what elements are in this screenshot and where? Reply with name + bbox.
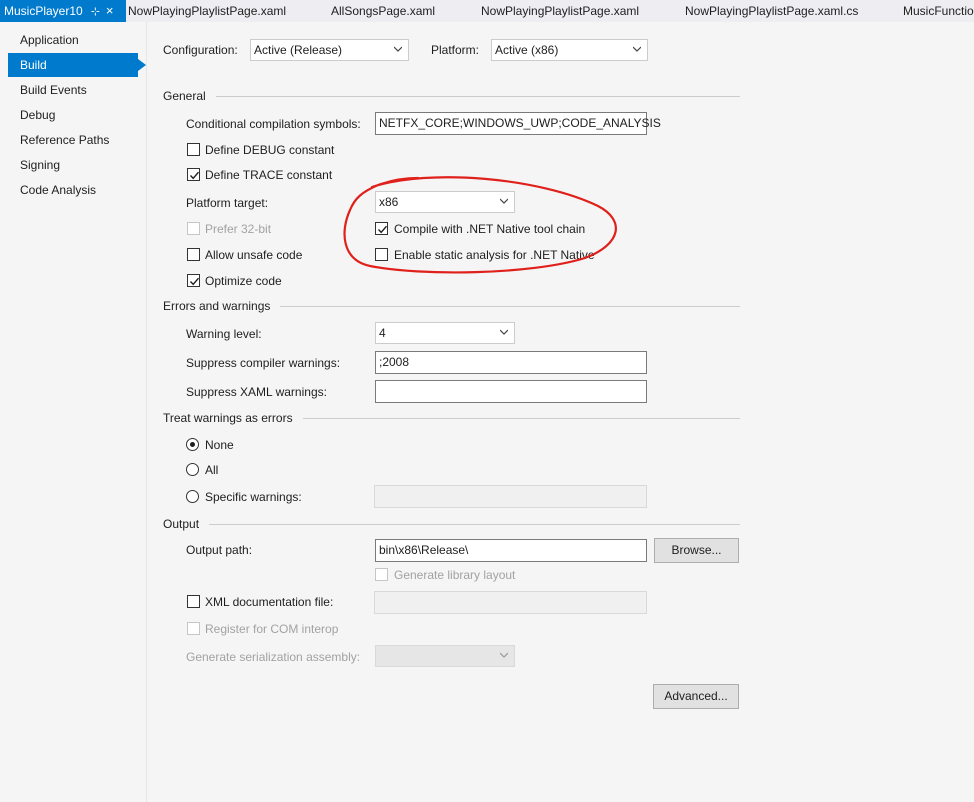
generate-library-layout-checkbox[interactable] [375, 568, 388, 581]
advanced-button[interactable]: Advanced... [653, 684, 739, 709]
optimize-code-checkbox[interactable] [187, 274, 200, 287]
platform-target-label: Platform target: [186, 196, 269, 210]
warning-level-label: Warning level: [186, 327, 262, 341]
checkmark-icon [189, 171, 200, 180]
specific-warnings-input[interactable] [374, 485, 647, 508]
nav-item-label: Build [20, 58, 47, 72]
tab-allsongspage-xaml[interactable]: AllSongsPage.xaml [331, 0, 435, 22]
section-general: General [163, 88, 740, 104]
nav-item-reference-paths[interactable]: Reference Paths [8, 128, 138, 152]
treat-specific-label: Specific warnings: [205, 490, 302, 504]
radio-selected-dot [190, 442, 195, 447]
selected-arrow-icon [138, 59, 146, 71]
tab-musicfunctio[interactable]: MusicFunctio [903, 0, 974, 22]
section-errors-warnings: Errors and warnings [163, 298, 740, 314]
output-path-label: Output path: [186, 543, 253, 557]
suppress-compiler-warnings-label: Suppress compiler warnings: [186, 356, 341, 370]
section-divider [163, 96, 740, 97]
define-debug-checkbox[interactable] [187, 143, 200, 156]
project-properties-nav: Application Build Build Events Debug Ref… [0, 22, 147, 802]
nav-item-application[interactable]: Application [8, 28, 138, 52]
platform-value: Active (x86) [495, 43, 559, 57]
warning-level-dropdown[interactable]: 4 [375, 322, 515, 344]
configuration-dropdown[interactable]: Active (Release) [250, 39, 409, 61]
tab-label: NowPlayingPlaylistPage.xaml [481, 4, 640, 18]
tab-musicplayer10[interactable]: MusicPlayer10 ⊹ × [0, 0, 126, 22]
platform-target-dropdown[interactable]: x86 [375, 191, 515, 213]
configuration-value: Active (Release) [254, 43, 343, 57]
compile-net-native-checkbox[interactable] [375, 222, 388, 235]
section-title: General [163, 88, 216, 104]
xml-documentation-input[interactable] [374, 591, 647, 614]
treat-none-radio[interactable] [186, 438, 199, 451]
browse-button[interactable]: Browse... [654, 538, 739, 563]
close-icon[interactable]: × [106, 0, 114, 22]
tab-nowplayingplaylistpage-xaml[interactable]: NowPlayingPlaylistPage.xaml [128, 0, 286, 22]
allow-unsafe-label: Allow unsafe code [205, 248, 303, 262]
configuration-label: Configuration: [163, 43, 238, 57]
section-title: Errors and warnings [163, 298, 281, 314]
section-output: Output [163, 516, 740, 532]
chevron-down-icon [500, 198, 508, 204]
allow-unsafe-checkbox[interactable] [187, 248, 200, 261]
treat-specific-radio[interactable] [186, 490, 199, 503]
chevron-down-icon [633, 46, 641, 52]
section-treat-warnings: Treat warnings as errors [163, 410, 740, 426]
nav-item-build[interactable]: Build [8, 53, 146, 77]
section-divider [163, 524, 740, 525]
tab-label: NowPlayingPlaylistPage.xaml.cs [685, 4, 859, 18]
register-com-checkbox[interactable] [187, 622, 200, 635]
nav-item-code-analysis[interactable]: Code Analysis [8, 178, 138, 202]
nav-item-build-events[interactable]: Build Events [8, 78, 138, 102]
tab-label: NowPlayingPlaylistPage.xaml [128, 4, 287, 18]
platform-dropdown[interactable]: Active (x86) [491, 39, 648, 61]
nav-item-debug[interactable]: Debug [8, 103, 138, 127]
static-analysis-checkbox[interactable] [375, 248, 388, 261]
conditional-symbols-label: Conditional compilation symbols: [186, 117, 361, 131]
treat-none-label: None [205, 438, 234, 452]
suppress-xaml-warnings-label: Suppress XAML warnings: [186, 385, 327, 399]
section-title: Output [163, 516, 210, 532]
compile-net-native-label: Compile with .NET Native tool chain [394, 222, 586, 236]
tab-label: AllSongsPage.xaml [331, 4, 436, 18]
static-analysis-label: Enable static analysis for .NET Native [394, 248, 595, 262]
pin-icon[interactable]: ⊹ [91, 1, 100, 23]
treat-all-label: All [205, 463, 219, 477]
prefer-32bit-checkbox[interactable] [187, 222, 200, 235]
xml-documentation-label: XML documentation file: [205, 595, 334, 609]
chevron-down-icon [394, 46, 402, 52]
warning-level-value: 4 [379, 326, 386, 340]
output-path-input[interactable]: bin\x86\Release\ [375, 539, 647, 562]
platform-target-value: x86 [379, 195, 399, 209]
prefer-32bit-label: Prefer 32-bit [205, 222, 272, 236]
section-title: Treat warnings as errors [163, 410, 303, 426]
define-trace-label: Define TRACE constant [205, 168, 333, 182]
suppress-compiler-warnings-input[interactable]: ;2008 [375, 351, 647, 374]
tab-nowplayingplaylistpage-xaml-2[interactable]: NowPlayingPlaylistPage.xaml [481, 0, 639, 22]
generate-serialization-dropdown[interactable] [375, 645, 515, 667]
generate-library-layout-label: Generate library layout [394, 568, 516, 582]
chevron-down-icon [500, 329, 508, 335]
suppress-xaml-warnings-input[interactable] [375, 380, 647, 403]
tab-label: MusicFunctio [903, 4, 974, 18]
platform-label: Platform: [431, 43, 480, 57]
conditional-symbols-input[interactable]: NETFX_CORE;WINDOWS_UWP;CODE_ANALYSIS [375, 112, 661, 135]
nav-item-signing[interactable]: Signing [8, 153, 138, 177]
register-com-label: Register for COM interop [205, 622, 339, 636]
checkmark-icon [377, 225, 388, 234]
optimize-code-label: Optimize code [205, 274, 282, 288]
tab-nowplayingplaylistpage-xaml-cs[interactable]: NowPlayingPlaylistPage.xaml.cs [685, 0, 858, 22]
checkmark-icon [189, 277, 200, 286]
document-tab-strip: MusicPlayer10 ⊹ × NowPlayingPlaylistPage.x… [0, 0, 974, 23]
tab-label: MusicPlayer10 [4, 4, 83, 18]
generate-serialization-label: Generate serialization assembly: [186, 650, 361, 664]
xml-documentation-checkbox[interactable] [187, 595, 200, 608]
chevron-down-icon [500, 652, 508, 658]
define-trace-checkbox[interactable] [187, 168, 200, 181]
treat-all-radio[interactable] [186, 463, 199, 476]
build-properties-page: Configuration: Active (Release) Platform… [147, 22, 974, 802]
define-debug-label: Define DEBUG constant [205, 143, 335, 157]
